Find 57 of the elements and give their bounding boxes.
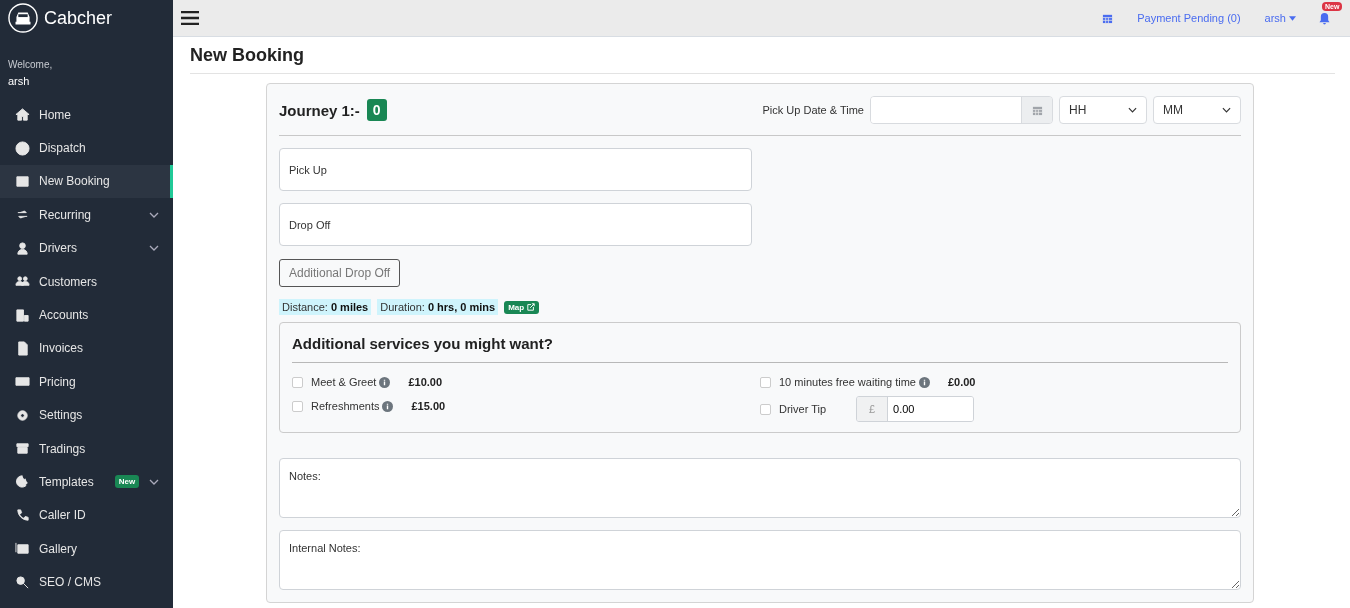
sidebar-item[interactable]: Settings [0,398,173,432]
service-price: £10.00 [408,376,443,388]
internal-notes-field[interactable]: Internal Notes: [279,530,1241,590]
brand-name: Cabcher [44,7,113,29]
external-link-icon [527,303,536,311]
journey-count-badge: 0 [366,99,387,121]
chevron-down-icon [1128,107,1137,113]
service-label: Driver Tip [779,403,827,415]
hour-select[interactable]: HH [1059,96,1147,124]
map-link[interactable]: Map [504,300,540,314]
welcome-text: Welcome, [7,58,54,70]
sidebar-item[interactable]: Templates New [0,465,173,499]
additional-drop-off-button[interactable]: Additional Drop Off [279,259,401,287]
car-logo-icon [8,3,38,33]
duration-info: Duration: 0 hrs, 0 mins [377,299,499,315]
bell-icon[interactable] [1319,11,1330,25]
sidebar-item[interactable]: Tradings [0,431,173,466]
dropoff-field[interactable]: Drop Off [279,203,752,246]
user-menu[interactable]: arsh [1264,12,1296,24]
sidebar-item[interactable]: Caller ID [0,498,173,533]
sidebar-item[interactable]: Home [0,98,173,132]
sidebar-item[interactable]: Gallery [0,532,173,566]
checkbox[interactable] [292,376,303,388]
service-price: £0.00 [947,376,976,388]
sidebar-item[interactable]: Pricing [0,365,173,399]
calendar-icon [1031,104,1043,116]
service-label: 10 minutes free waiting time [779,376,916,388]
journey-title: Journey 1:- [279,101,360,119]
service-price: £15.00 [411,400,446,412]
checkbox[interactable] [760,403,771,415]
calendar-icon[interactable] [1102,12,1114,24]
new-badge: New [114,475,140,489]
sidebar-item[interactable]: Customers [0,264,173,299]
checkbox[interactable] [760,376,771,388]
minute-select[interactable]: MM [1153,96,1241,124]
pickup-field[interactable]: Pick Up [279,148,752,191]
sidebar-item[interactable]: Invoices [0,331,173,366]
date-field[interactable] [870,96,1053,124]
service-label: Meet & Greet [311,376,377,388]
checkbox[interactable] [292,400,303,412]
distance-info: Distance: 0 miles [279,299,372,315]
user-name: arsh [7,74,31,87]
sidebar-item[interactable]: Accounts [0,298,173,332]
sidebar-item[interactable]: New Booking [0,164,173,199]
sidebar-item[interactable]: Dispatch [0,131,173,165]
sidebar-item[interactable]: SEO / CMS [0,565,173,599]
datetime-label: Pick Up Date & Time [762,104,864,116]
notes-field[interactable]: Notes: [279,458,1241,518]
menu-icon[interactable] [181,11,199,25]
caret-icon [1289,15,1296,21]
page-title: New Booking [190,45,1335,74]
sidebar-item[interactable]: Drivers [0,231,173,265]
sidebar-item[interactable]: Recurring [0,198,173,232]
service-label: Refreshments [311,400,380,412]
services-title: Additional services you might want? [292,335,1228,363]
payment-pending-link[interactable]: Payment Pending (0) [1137,12,1241,24]
chevron-down-icon [1222,107,1231,113]
